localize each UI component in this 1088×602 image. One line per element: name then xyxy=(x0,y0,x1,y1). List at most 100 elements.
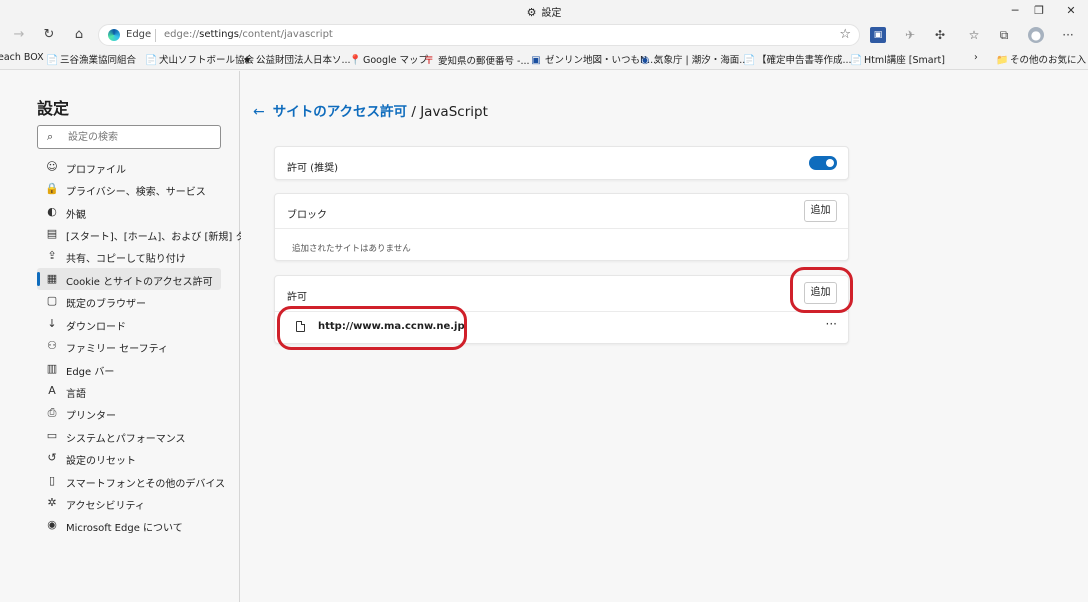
allowed-site-row[interactable]: http://www.ma.ccnw.ne.jp ··· xyxy=(275,312,848,344)
appearance-icon: ◐ xyxy=(47,205,57,218)
address-separator xyxy=(155,29,156,42)
allow-add-button[interactable]: 追加 xyxy=(804,282,837,304)
allowed-recommended-label: 許可 (推奨) xyxy=(287,163,338,174)
map-pin-icon: 📍 xyxy=(349,55,362,66)
allow-title: 許可 xyxy=(287,292,307,303)
gear-icon: ⚙ xyxy=(526,6,537,19)
favorite-item[interactable]: 📄 Html講座 [Smart] xyxy=(850,52,945,66)
postal-icon: 〒 xyxy=(424,56,434,67)
sidebar-item-system-performance[interactable]: ▭ システムとパフォーマンス xyxy=(37,425,221,447)
other-favorites-folder[interactable]: 📁 その他のお気に入り xyxy=(996,52,1088,66)
close-button[interactable]: ✕ xyxy=(1054,2,1088,20)
sidebar-item-family-safety[interactable]: ⚇ ファミリー セーフティ xyxy=(37,335,221,357)
sidebar-item-label: プライバシー、検索、サービス xyxy=(66,187,206,198)
more-menu-icon[interactable]: ··· xyxy=(1060,27,1076,43)
edge-bar-icon: ▥ xyxy=(46,362,58,375)
sidebar-item-phone-devices[interactable]: ▯ スマートフォンとその他のデバイス xyxy=(37,470,225,492)
sidebar-item-label: プリンター xyxy=(66,411,116,422)
block-add-button[interactable]: 追加 xyxy=(804,200,837,222)
edge-icon: ◉ xyxy=(47,518,57,531)
sidebar-item-label: 外観 xyxy=(66,210,86,221)
sidebar-item-label: アクセシビリティ xyxy=(66,501,145,512)
extension-disabled-icon[interactable]: ✈ xyxy=(902,27,918,43)
favorite-item[interactable]: 〒愛知県の郵便番号 -... xyxy=(424,52,530,67)
page-title: / JavaScript xyxy=(407,104,488,120)
home-icon[interactable]: ⌂ xyxy=(68,25,90,45)
favorite-item[interactable]: ◉ 気象庁 | 潮汐・海面... xyxy=(640,52,749,66)
sidebar-item-appearance[interactable]: ◐ 外観 xyxy=(37,201,221,223)
forward-icon[interactable]: → xyxy=(8,25,30,45)
sidebar-item-about-edge[interactable]: ◉ Microsoft Edge について xyxy=(37,514,221,536)
page-icon: 📄 xyxy=(850,55,863,66)
sidebar-item-start-home-newtab[interactable]: ▤ [スタート]、[ホーム]、および [新規] タブ xyxy=(37,223,256,245)
javascript-toggle[interactable] xyxy=(809,156,837,170)
favorite-item[interactable]: 📄 犬山ソフトボール協会 xyxy=(145,52,254,66)
reset-icon: ↺ xyxy=(47,451,57,464)
settings-search-input[interactable] xyxy=(68,129,216,145)
weather-icon: ◉ xyxy=(640,55,650,66)
favorite-item[interactable]: 📍 Google マップ xyxy=(349,52,428,66)
address-badge: Edge xyxy=(126,29,152,40)
favorites-bar: each BOX 📄 三谷漁業協同組合 📄 犬山ソフトボール協会 ★ 公益財団法人日本… xyxy=(0,48,1088,70)
sidebar-item-languages[interactable]: A 言語 xyxy=(37,380,221,402)
extensions-icon[interactable]: ✣ xyxy=(932,27,948,43)
favorites-icon[interactable]: ☆ xyxy=(966,27,982,43)
sidebar-item-privacy[interactable]: 🔒 プライバシー、検索、サービス xyxy=(37,178,221,200)
sidebar-item-label: 共有、コピーして貼り付け xyxy=(66,254,186,265)
favorite-item[interactable]: 📄 三谷漁業協同組合 xyxy=(46,52,136,66)
sidebar-item-label: [スタート]、[ホーム]、および [新規] タブ xyxy=(66,232,256,243)
add-favorite-icon[interactable]: ☆ xyxy=(839,27,851,42)
favorite-item[interactable]: each BOX xyxy=(0,52,44,63)
sidebar-item-edge-bar[interactable]: ▥ Edge バー xyxy=(37,358,221,380)
settings-sidebar: 設定 ⌕ ☺ プロファイル 🔒 プライバシー、検索、サービス ◐ 外観 ▤ [スタート]… xyxy=(0,71,256,602)
favorite-item[interactable]: ▣ ゼンリン地図・いつもN... xyxy=(531,52,656,66)
sidebar-item-reset-settings[interactable]: ↺ 設定のリセット xyxy=(37,447,221,469)
address-bar[interactable]: Edge edge://settings/content/javascript … xyxy=(98,24,860,46)
window-title: ⚙ 設定 xyxy=(526,6,562,19)
sidebar-item-printers[interactable]: ⎙ プリンター xyxy=(37,402,221,424)
sidebar-item-share-copy-paste[interactable]: ⇪ 共有、コピーして貼り付け xyxy=(37,245,221,267)
sidebar-item-cookies-permissions[interactable]: ▦ Cookie とサイトのアクセス許可 xyxy=(37,268,221,290)
sidebar-item-accessibility[interactable]: ✲ アクセシビリティ xyxy=(37,492,221,514)
back-arrow-icon[interactable]: ← xyxy=(253,104,265,120)
family-icon: ⚇ xyxy=(47,339,57,352)
profile-avatar-icon[interactable]: ● xyxy=(1028,27,1044,43)
breadcrumb-link[interactable]: サイトのアクセス許可 xyxy=(273,104,407,120)
edge-logo-icon xyxy=(108,29,120,41)
sidebar-item-label: 設定のリセット xyxy=(66,456,136,467)
favorites-overflow-icon[interactable]: › xyxy=(974,52,978,63)
laptop-icon: ▭ xyxy=(46,429,58,442)
settings-content: ← サイトのアクセス許可 / JavaScript 許可 (推奨) ブロック 追加… xyxy=(241,71,1088,602)
accessibility-icon: ✲ xyxy=(47,496,57,509)
sidebar-item-default-browser[interactable]: ▢ 既定のブラウザー xyxy=(37,290,221,312)
extension-icon[interactable]: ▣ xyxy=(870,27,886,43)
phone-icon: ▯ xyxy=(48,474,56,487)
newtab-icon: ▤ xyxy=(46,227,58,240)
page-icon: 📄 xyxy=(145,55,158,66)
sidebar-item-downloads[interactable]: ↓ ダウンロード xyxy=(37,313,221,335)
refresh-icon[interactable]: ↻ xyxy=(38,25,60,45)
folder-icon: 📁 xyxy=(996,55,1009,66)
browser-toolbar: → ↻ ⌂ Edge edge://settings/content/javas… xyxy=(0,22,1088,48)
settings-search[interactable]: ⌕ xyxy=(37,125,221,149)
language-icon: A xyxy=(48,384,56,397)
browser-icon: ▢ xyxy=(46,294,58,307)
profile-icon: ☺ xyxy=(46,160,58,173)
divider xyxy=(275,228,848,229)
block-card: ブロック 追加 追加されたサイトはありません xyxy=(274,193,849,261)
allowed-site-url: http://www.ma.ccnw.ne.jp xyxy=(318,321,465,332)
favorite-item[interactable]: ★ 公益財団法人日本ソ... xyxy=(242,52,351,66)
sidebar-item-profiles[interactable]: ☺ プロファイル xyxy=(37,156,221,178)
download-icon: ↓ xyxy=(47,317,57,330)
sidebar-item-label: Microsoft Edge について xyxy=(66,523,183,534)
collections-icon[interactable]: ⧉ xyxy=(996,27,1012,43)
block-empty-text: 追加されたサイトはありません xyxy=(292,244,411,254)
more-options-icon[interactable]: ··· xyxy=(826,317,837,331)
map-icon: ▣ xyxy=(531,55,541,66)
page-icon: 📄 xyxy=(743,55,756,66)
lock-icon: 🔒 xyxy=(45,182,59,195)
restore-button[interactable]: ❐ xyxy=(1022,2,1056,20)
breadcrumb: ← サイトのアクセス許可 / JavaScript xyxy=(253,100,488,120)
address-url[interactable]: edge://settings/content/javascript xyxy=(164,29,333,40)
favorite-item[interactable]: 📄 【確定申告書等作成... xyxy=(743,52,852,66)
